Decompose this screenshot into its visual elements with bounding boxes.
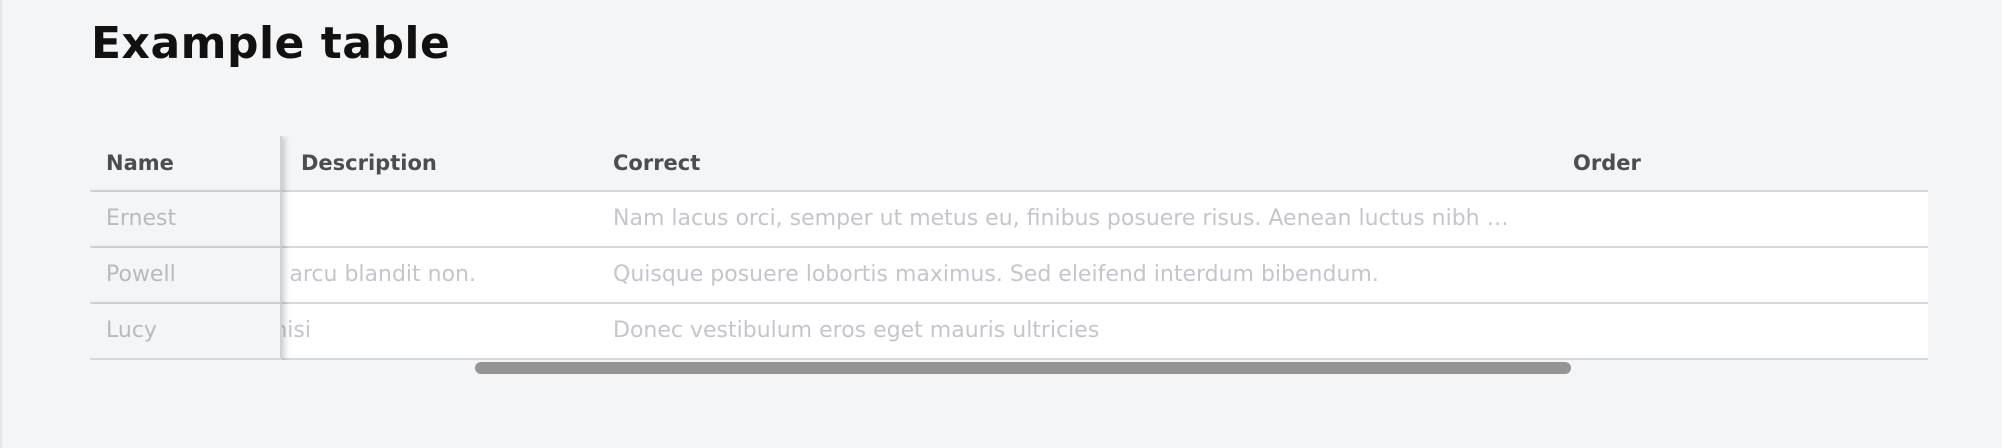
cell-name: Lucy <box>90 304 282 360</box>
table-header-row: Description Correct Order <box>90 136 1928 192</box>
cell-name-label: Lucy <box>106 318 157 343</box>
table-row[interactable]: Nam lacus orci, semper ut metus eu, fini… <box>90 192 1928 248</box>
cell-order <box>1573 304 1773 358</box>
page: Example table Description Correct Order … <box>0 0 2002 448</box>
horizontal-scrollbar[interactable] <box>90 362 1928 376</box>
cell-description: tum arcu blandit non. <box>281 262 476 287</box>
cell-order <box>1573 248 1773 302</box>
cell-name: Powell <box>90 248 282 304</box>
cell-name-label: Ernest <box>106 206 177 231</box>
column-header-name-label: Name <box>106 151 174 175</box>
cell-description <box>281 192 601 246</box>
table-viewport[interactable]: Description Correct Order Nam lacus orci… <box>90 136 1928 360</box>
cell-name: Ernest <box>90 192 282 248</box>
cell-correct: Quisque posuere lobortis maximus. Sed el… <box>613 262 1379 287</box>
example-table[interactable]: Description Correct Order Nam lacus orci… <box>90 136 1928 376</box>
page-title: Example table <box>91 18 451 69</box>
cell-correct: Nam lacus orci, semper ut metus eu, fini… <box>613 206 1509 231</box>
table-row[interactable]: nisi Donec vestibulum eros eget mauris u… <box>90 304 1928 360</box>
cell-name-label: Powell <box>106 262 176 287</box>
column-header-correct[interactable]: Correct <box>613 136 1633 190</box>
table-row[interactable]: tum arcu blandit non. Quisque posuere lo… <box>90 248 1928 304</box>
column-header-name[interactable]: Name <box>90 136 282 192</box>
cell-order <box>1573 192 1773 246</box>
cell-description: nisi <box>281 318 311 343</box>
cell-correct: Donec vestibulum eros eget mauris ultric… <box>613 318 1100 343</box>
scrollbar-thumb[interactable] <box>475 362 1571 374</box>
column-header-order[interactable]: Order <box>1573 136 1773 190</box>
column-header-description[interactable]: Description <box>301 136 601 190</box>
